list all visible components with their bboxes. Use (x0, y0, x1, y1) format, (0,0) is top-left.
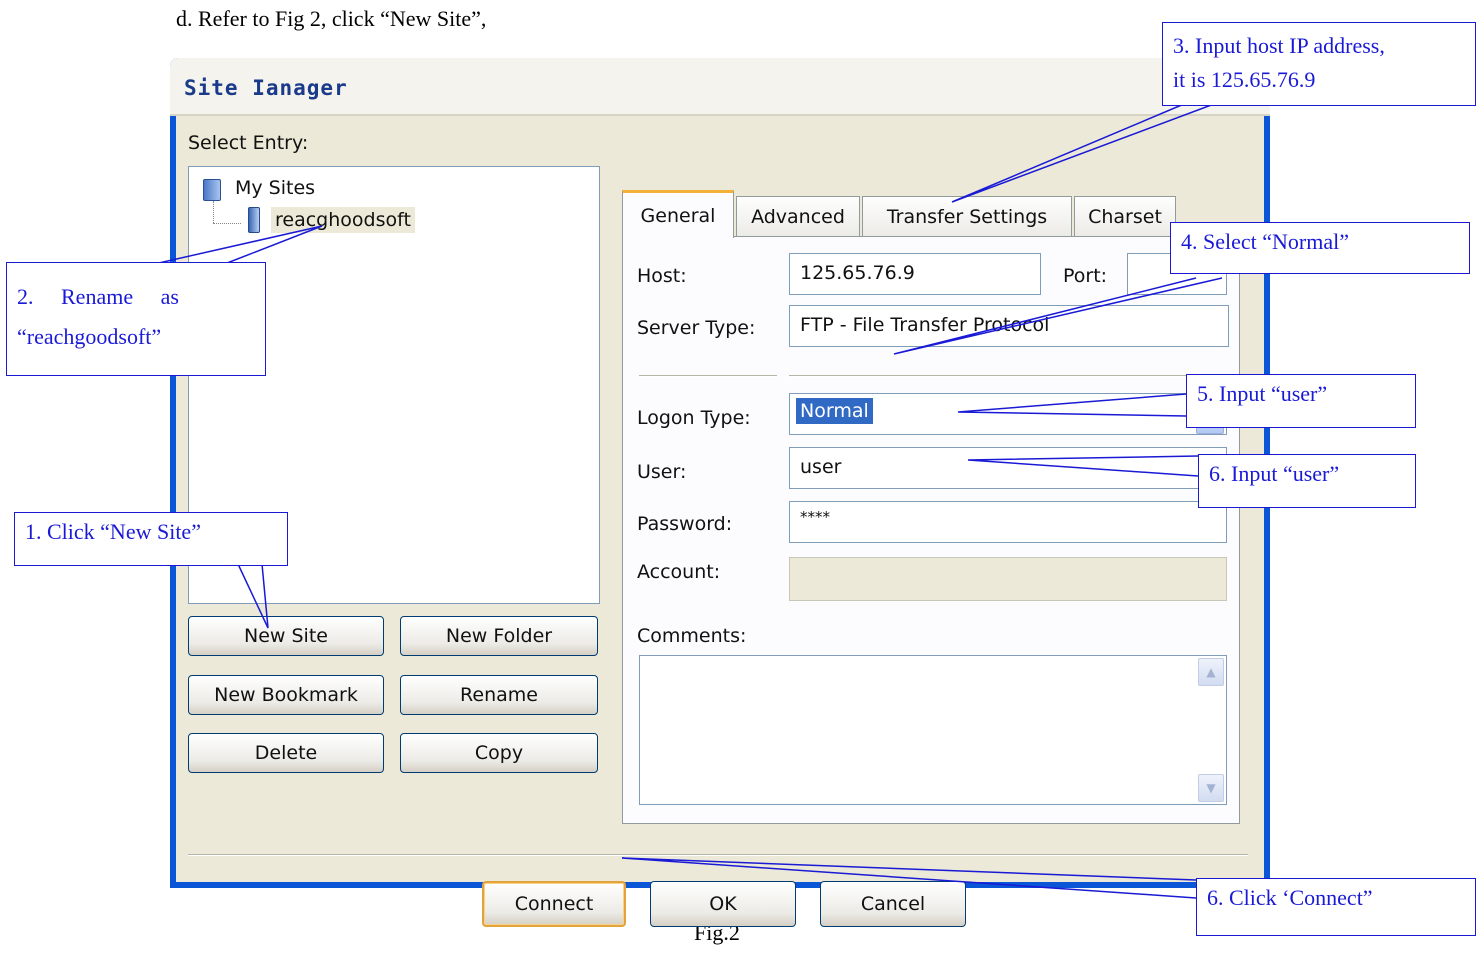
callout-step2: 2. Rename as “reachgoodsoft” (6, 262, 266, 376)
tab-advanced[interactable]: Advanced (736, 196, 860, 236)
user-label: User: (637, 461, 687, 483)
tab-general[interactable]: General (622, 190, 734, 238)
tree-connector (213, 201, 214, 223)
port-label: Port: (1063, 265, 1108, 287)
title-bar[interactable]: Site Ianager (170, 58, 1270, 116)
folder-icon (201, 175, 225, 201)
comments-textarea[interactable]: ▲ ▼ (639, 655, 1227, 805)
tree-item-my-sites[interactable]: My Sites (201, 175, 315, 201)
scroll-down-icon[interactable]: ▼ (1198, 774, 1224, 802)
new-site-button[interactable]: New Site (188, 616, 384, 656)
ok-button[interactable]: OK (650, 881, 796, 927)
logon-type-label: Logon Type: (637, 407, 751, 429)
tree-root-label: My Sites (235, 177, 316, 199)
host-field[interactable]: 125.65.76.9 (789, 253, 1041, 295)
connect-button[interactable]: Connect (482, 881, 626, 927)
copy-button[interactable]: Copy (400, 733, 598, 773)
password-label: Password: (637, 513, 733, 535)
rename-button[interactable]: Rename (400, 675, 598, 715)
callout-step1: 1. Click “New Site” (14, 512, 288, 566)
comments-label: Comments: (637, 625, 747, 647)
separator (789, 375, 1227, 377)
site-manager-window: Site Ianager Select Entry: My Sites reac… (170, 58, 1270, 927)
callout-step6-password: 6. Input “user” (1198, 454, 1416, 508)
account-field (789, 557, 1227, 601)
step-instruction: d. Refer to Fig 2, click “New Site”, (176, 6, 487, 31)
callout-step3: 3. Input host IP address, it is 125.65.7… (1162, 22, 1476, 106)
tree-item-site[interactable]: reacghoodsoft (245, 207, 415, 233)
callout-step5: 5. Input “user” (1186, 374, 1416, 428)
new-folder-button[interactable]: New Folder (400, 616, 598, 656)
dialog-body: Select Entry: My Sites reacghoodsoft New… (176, 116, 1264, 927)
callout-step4: 4. Select “Normal” (1170, 222, 1470, 274)
general-panel: Host: 125.65.76.9 Port: Server Type: FTP… (622, 236, 1240, 824)
logon-type-value: Normal (795, 397, 874, 425)
host-label: Host: (637, 265, 687, 287)
user-field[interactable]: user (789, 447, 1227, 489)
tab-charset[interactable]: Charset (1074, 196, 1176, 236)
callout-step6-connect: 6. Click ‘Connect” (1196, 878, 1476, 936)
delete-button[interactable]: Delete (188, 733, 384, 773)
new-bookmark-button[interactable]: New Bookmark (188, 675, 384, 715)
server-icon (245, 207, 261, 233)
window-title: Site Ianager (184, 76, 348, 100)
server-type-select[interactable]: FTP - File Transfer Protocol (789, 305, 1229, 347)
tree-site-label: reacghoodsoft (271, 207, 415, 233)
tree-connector (213, 223, 241, 224)
account-label: Account: (637, 561, 721, 583)
server-type-label: Server Type: (637, 317, 756, 339)
separator (639, 375, 777, 377)
separator (188, 854, 1248, 856)
logon-type-select[interactable]: Normal ▼ (789, 393, 1227, 435)
password-field[interactable]: **** (789, 501, 1227, 543)
tab-transfer-settings[interactable]: Transfer Settings (862, 196, 1072, 236)
select-entry-label: Select Entry: (188, 132, 309, 154)
scroll-up-icon[interactable]: ▲ (1198, 658, 1224, 686)
cancel-button[interactable]: Cancel (820, 881, 966, 927)
